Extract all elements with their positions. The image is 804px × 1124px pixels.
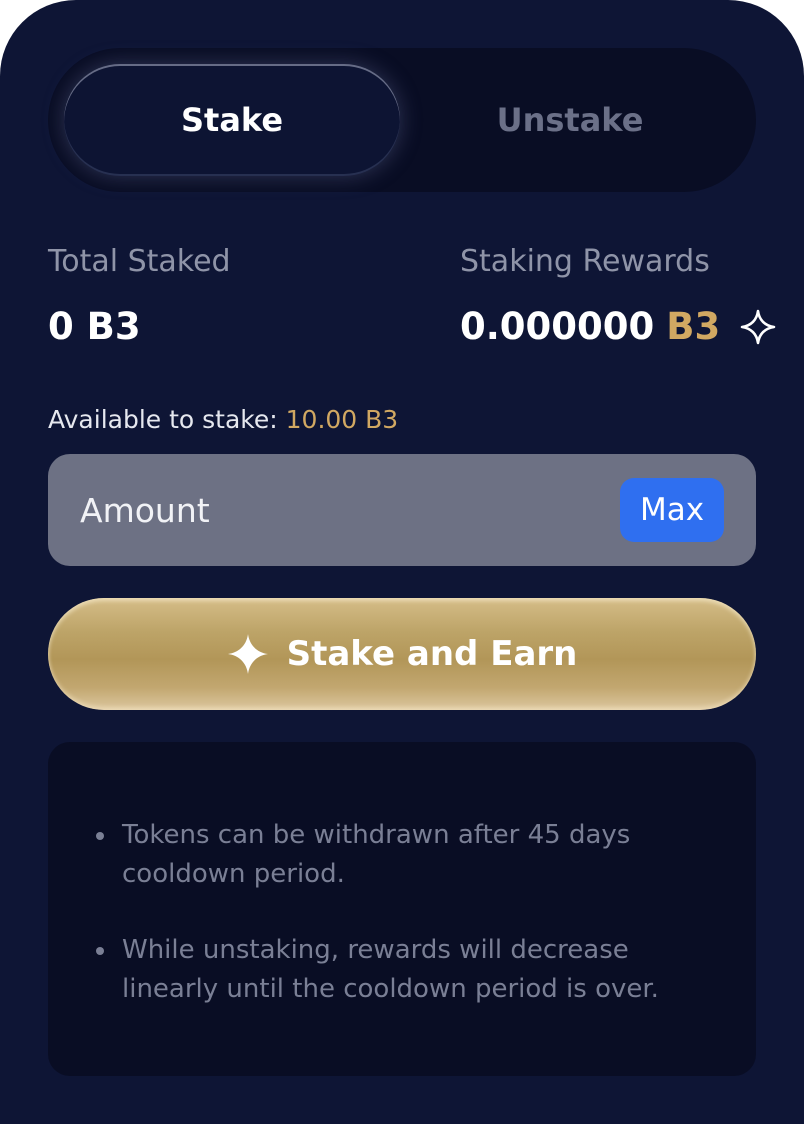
rewards-token: B3 bbox=[666, 305, 721, 348]
stake-button-label: Stake and Earn bbox=[286, 634, 578, 674]
amount-field: Max bbox=[48, 454, 756, 566]
stake-unstake-toggle: Stake Unstake bbox=[48, 48, 756, 192]
amount-input[interactable] bbox=[80, 454, 610, 566]
info-note-unstaking: While unstaking, rewards will decrease l… bbox=[96, 931, 722, 1009]
info-list: Tokens can be withdrawn after 45 days co… bbox=[96, 816, 722, 1046]
sparkle-filled-icon bbox=[227, 633, 269, 675]
total-staked-label: Total Staked bbox=[48, 244, 231, 279]
tab-stake[interactable]: Stake bbox=[64, 64, 400, 176]
available-label: Available to stake: bbox=[48, 405, 278, 434]
available-to-stake: Available to stake: 10.00 B3 bbox=[48, 402, 398, 438]
stake-and-earn-button[interactable]: Stake and Earn bbox=[48, 598, 756, 710]
sparkle-outline-icon bbox=[740, 309, 776, 345]
info-note-cooldown: Tokens can be withdrawn after 45 days co… bbox=[96, 816, 722, 894]
total-staked-value: 0 B3 bbox=[48, 305, 141, 348]
staking-card: Stake Unstake Total Staked 0 B3 Staking … bbox=[0, 0, 804, 1124]
staking-rewards-label: Staking Rewards bbox=[460, 244, 710, 279]
available-value: 10.00 B3 bbox=[285, 405, 399, 434]
info-panel: Tokens can be withdrawn after 45 days co… bbox=[48, 742, 756, 1076]
tab-unstake[interactable]: Unstake bbox=[400, 48, 740, 192]
max-button[interactable]: Max bbox=[620, 478, 724, 542]
rewards-amount: 0.000000 bbox=[460, 305, 655, 348]
staking-rewards-value: 0.000000 B3 bbox=[460, 304, 776, 350]
